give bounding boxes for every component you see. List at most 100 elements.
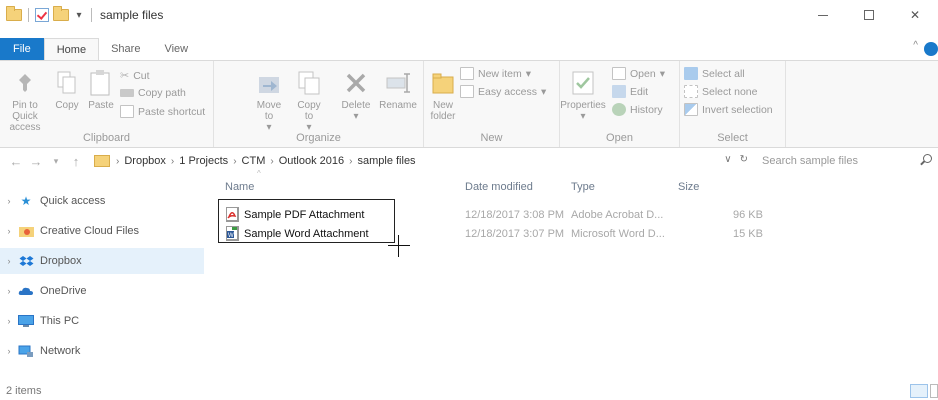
cloud-icon: [18, 284, 34, 298]
large-icons-view-icon[interactable]: [930, 384, 938, 398]
nav-item-this-pc[interactable]: › This PC: [0, 308, 204, 334]
new-item-button[interactable]: New item ▾: [460, 67, 531, 80]
search-input[interactable]: Search sample files: [762, 155, 858, 167]
new-item-icon: [460, 67, 474, 80]
open-label: Open: [630, 67, 656, 80]
nav-item-label: OneDrive: [40, 285, 87, 297]
file-name: Sample Word Attachment: [244, 227, 369, 240]
navigation-pane: › ★ Quick access › Creative Cloud Files …: [0, 180, 204, 376]
organize-group: Move to ▾ Copy to ▾ Delete ▾ Rename Orga…: [214, 61, 424, 147]
cc-folder-icon: [18, 224, 34, 238]
chevron-right-icon[interactable]: ›: [0, 196, 18, 206]
column-header-date-modified[interactable]: Date modified: [465, 181, 533, 193]
properties-icon: [569, 69, 597, 97]
clipboard-group: Pin to Quick access Copy Paste ✂ Cut Cop…: [0, 61, 214, 147]
properties-check-icon[interactable]: [35, 8, 49, 22]
back-arrow-icon[interactable]: ←: [6, 154, 26, 169]
edit-button[interactable]: Edit: [612, 85, 648, 98]
select-none-button[interactable]: Select none: [684, 85, 757, 98]
table-row[interactable]: W Sample Word Attachment: [226, 225, 369, 242]
chevron-right-icon[interactable]: ›: [0, 286, 18, 296]
address-bar[interactable]: › Dropbox › 1 Projects › CTM › Outlook 2…: [94, 151, 750, 171]
column-header-name[interactable]: Name: [225, 181, 254, 193]
maximize-button[interactable]: [846, 0, 892, 30]
chevron-right-icon[interactable]: ›: [0, 256, 18, 266]
select-all-button[interactable]: Select all: [684, 67, 745, 80]
chevron-right-icon[interactable]: ›: [0, 346, 18, 356]
breadcrumb-dropbox[interactable]: Dropbox: [121, 155, 169, 167]
chevron-right-icon: ›: [349, 155, 353, 167]
column-header-size[interactable]: Size: [678, 181, 699, 193]
table-row[interactable]: Sample PDF Attachment: [226, 206, 364, 223]
properties-label: Properties: [560, 100, 606, 111]
new-folder-icon: [429, 69, 457, 97]
history-icon: [612, 103, 626, 116]
copy-button[interactable]: Copy: [52, 69, 82, 111]
breadcrumb-ctm[interactable]: CTM: [239, 155, 269, 167]
tab-file[interactable]: File: [0, 38, 44, 60]
tab-home[interactable]: Home: [43, 38, 100, 60]
select-none-icon: [684, 85, 698, 98]
rename-button[interactable]: Rename: [378, 69, 418, 111]
delete-button[interactable]: Delete ▾: [336, 69, 376, 122]
forward-arrow-icon[interactable]: →: [26, 154, 46, 169]
close-button[interactable]: ✕: [892, 0, 938, 30]
nav-item-onedrive[interactable]: › OneDrive: [0, 278, 204, 304]
paste-shortcut-button[interactable]: Paste shortcut: [120, 105, 205, 118]
pin-quick-access-button[interactable]: Pin to Quick access: [4, 69, 46, 133]
copy-to-button[interactable]: Copy to ▾: [294, 69, 324, 133]
nav-item-label: Quick access: [40, 195, 106, 207]
paste-button[interactable]: Paste: [86, 69, 116, 111]
file-name: Sample PDF Attachment: [244, 208, 365, 221]
tab-share[interactable]: Share: [99, 38, 152, 60]
chevron-right-icon[interactable]: ›: [0, 316, 18, 326]
minimize-button[interactable]: [800, 0, 846, 30]
clipboard-group-label: Clipboard: [82, 132, 131, 144]
search-box[interactable]: Search sample files: [752, 151, 938, 171]
collapse-ribbon-icon[interactable]: ^: [913, 40, 918, 51]
nav-item-quick-access[interactable]: › ★ Quick access: [0, 188, 204, 214]
refresh-icon[interactable]: ↻: [740, 154, 748, 165]
chevron-right-icon[interactable]: ›: [0, 226, 18, 236]
easy-access-button[interactable]: Easy access ▾: [460, 85, 546, 98]
recent-locations-icon[interactable]: ▾: [46, 156, 66, 167]
delete-label: Delete: [341, 100, 371, 111]
open-button[interactable]: Open ▾: [612, 67, 665, 80]
easy-access-label: Easy access: [478, 85, 537, 98]
nav-item-dropbox[interactable]: › Dropbox: [0, 248, 204, 274]
cut-button[interactable]: ✂ Cut: [120, 69, 150, 83]
address-dropdown-icon[interactable]: ∨: [724, 154, 731, 165]
properties-button[interactable]: Properties ▾: [560, 69, 606, 122]
help-icon[interactable]: [924, 42, 938, 56]
details-view-icon[interactable]: [910, 384, 928, 398]
tab-view[interactable]: View: [152, 38, 200, 60]
new-folder-icon[interactable]: [53, 6, 69, 21]
folder-icon[interactable]: [6, 6, 22, 21]
breadcrumb-1-projects[interactable]: 1 Projects: [176, 155, 231, 167]
star-icon: ★: [20, 194, 32, 208]
up-arrow-icon[interactable]: ↑: [66, 154, 86, 169]
breadcrumb-sample-files[interactable]: sample files: [354, 155, 418, 167]
history-button[interactable]: History: [612, 103, 663, 116]
new-folder-button[interactable]: New folder: [426, 69, 460, 122]
monitor-icon: [18, 314, 34, 328]
chevron-down-icon: ▾: [353, 111, 359, 122]
ribbon: Pin to Quick access Copy Paste ✂ Cut Cop…: [0, 60, 938, 148]
breadcrumb-outlook-2016[interactable]: Outlook 2016: [276, 155, 347, 167]
nav-item-network[interactable]: › Network: [0, 338, 204, 364]
nav-item-label: Dropbox: [40, 255, 82, 267]
column-header-type[interactable]: Type: [571, 181, 595, 193]
pin-icon: [11, 69, 39, 97]
customize-toolbar-icon[interactable]: ▾: [73, 10, 85, 21]
rename-icon: [384, 69, 412, 97]
invert-selection-button[interactable]: Invert selection: [684, 103, 773, 116]
nav-item-creative-cloud-files[interactable]: › Creative Cloud Files: [0, 218, 204, 244]
close-icon: ✕: [909, 8, 921, 22]
move-to-button[interactable]: Move to ▾: [254, 69, 284, 133]
select-group-label: Select: [717, 132, 748, 144]
copy-path-button[interactable]: Copy path: [120, 87, 186, 99]
nav-item-label: This PC: [40, 315, 80, 327]
status-bar: 2 items: [0, 382, 938, 400]
folder-icon: [94, 155, 110, 167]
scissors-icon: ✂: [120, 70, 130, 82]
